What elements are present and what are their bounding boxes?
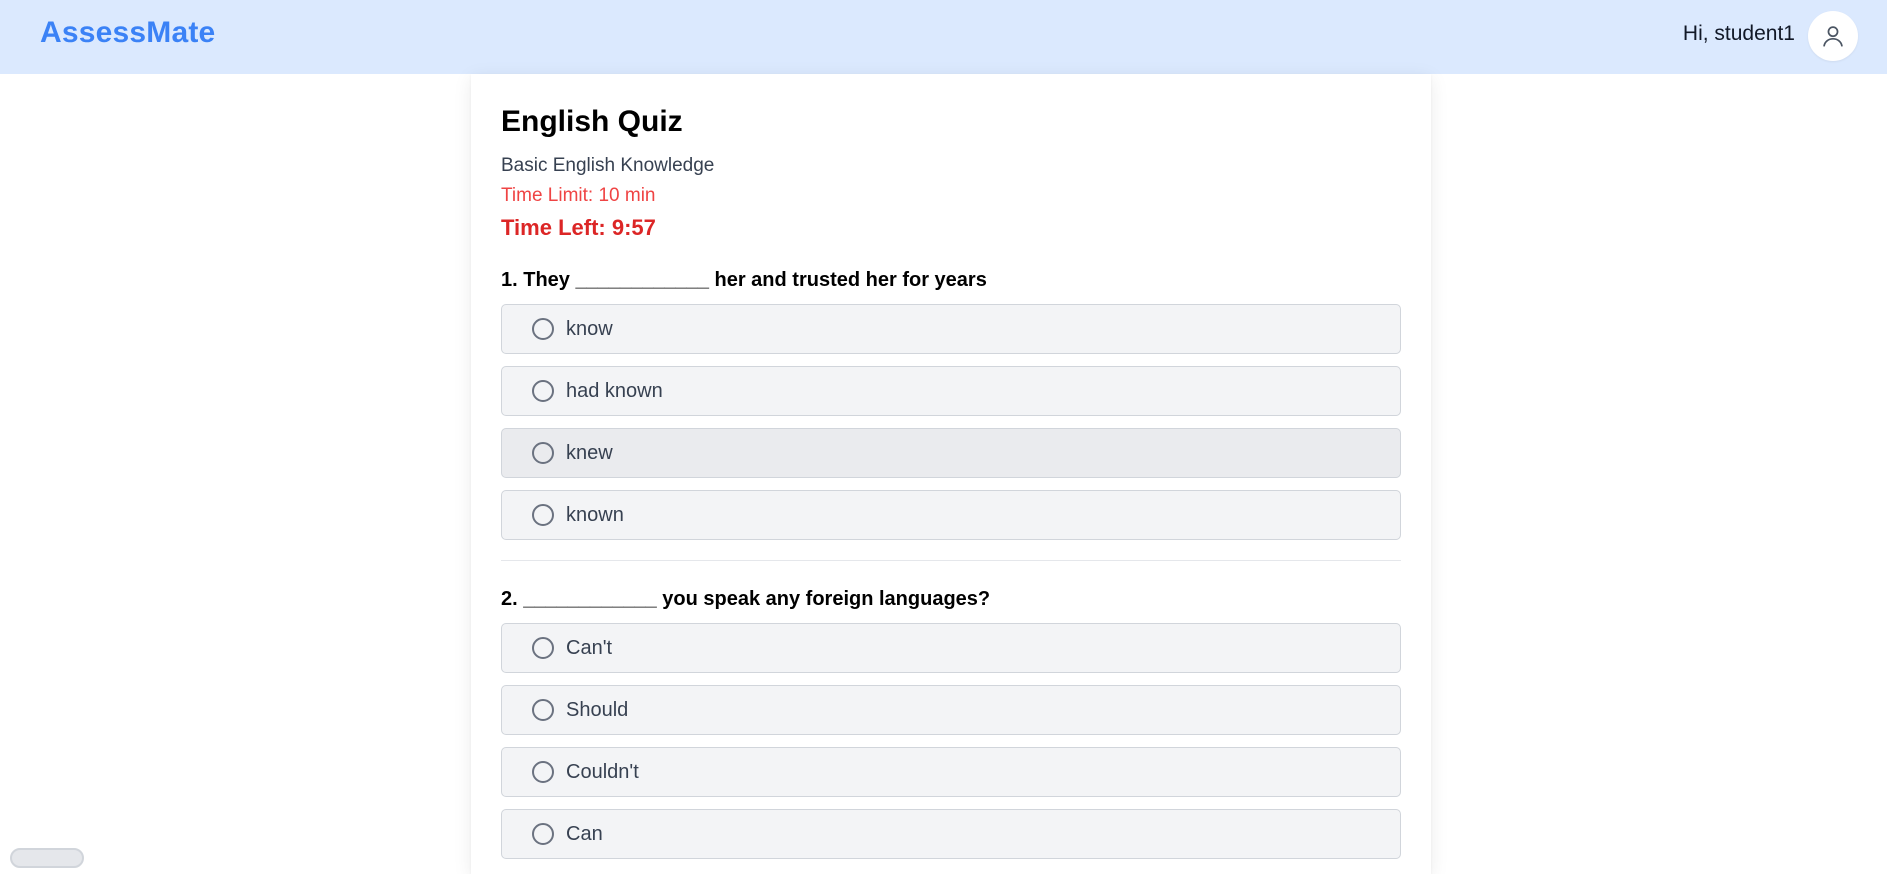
- radio-button[interactable]: [532, 699, 554, 721]
- question-text: 2. ____________ you speak any foreign la…: [501, 588, 991, 610]
- option-label: know: [566, 317, 613, 340]
- radio-button[interactable]: [532, 442, 554, 464]
- option-label: known: [566, 503, 624, 526]
- answer-option[interactable]: known: [501, 490, 1401, 540]
- radio-button[interactable]: [532, 761, 554, 783]
- radio-button[interactable]: [532, 823, 554, 845]
- quiz-title: English Quiz: [501, 105, 683, 138]
- quiz-description: Basic English Knowledge: [501, 155, 715, 176]
- brand-logo[interactable]: AssessMate: [40, 16, 215, 50]
- question-divider: [501, 560, 1401, 561]
- time-limit: Time Limit: 10 min: [501, 185, 656, 206]
- question-1: 1. They ____________ her and trusted her…: [501, 268, 1401, 561]
- option-label: had known: [566, 379, 663, 402]
- avatar-button[interactable]: [1808, 11, 1858, 61]
- radio-button[interactable]: [532, 318, 554, 340]
- option-label: Couldn't: [566, 760, 639, 783]
- option-label: Can: [566, 822, 603, 845]
- answer-option[interactable]: knew: [501, 428, 1401, 478]
- question-2: 2. ____________ you speak any foreign la…: [501, 587, 1401, 859]
- radio-button[interactable]: [532, 504, 554, 526]
- answer-option[interactable]: Can: [501, 809, 1401, 859]
- floating-widget-button[interactable]: [10, 848, 84, 868]
- quiz-card: English Quiz Basic English Knowledge Tim…: [471, 74, 1431, 874]
- answer-option[interactable]: Should: [501, 685, 1401, 735]
- top-navbar: AssessMate Hi, student1: [0, 0, 1887, 74]
- answer-option[interactable]: know: [501, 304, 1401, 354]
- user-greeting: Hi, student1: [1682, 22, 1795, 45]
- radio-button[interactable]: [532, 380, 554, 402]
- answer-option[interactable]: Can't: [501, 623, 1401, 673]
- user-icon: [1823, 26, 1843, 47]
- radio-button[interactable]: [532, 637, 554, 659]
- answer-option[interactable]: had known: [501, 366, 1401, 416]
- question-text: 1. They ____________ her and trusted her…: [501, 269, 987, 291]
- option-label: Can't: [566, 636, 613, 659]
- time-left-timer: Time Left: 9:57: [501, 215, 656, 240]
- option-label: Should: [566, 698, 629, 721]
- option-label: knew: [566, 441, 613, 464]
- answer-option[interactable]: Couldn't: [501, 747, 1401, 797]
